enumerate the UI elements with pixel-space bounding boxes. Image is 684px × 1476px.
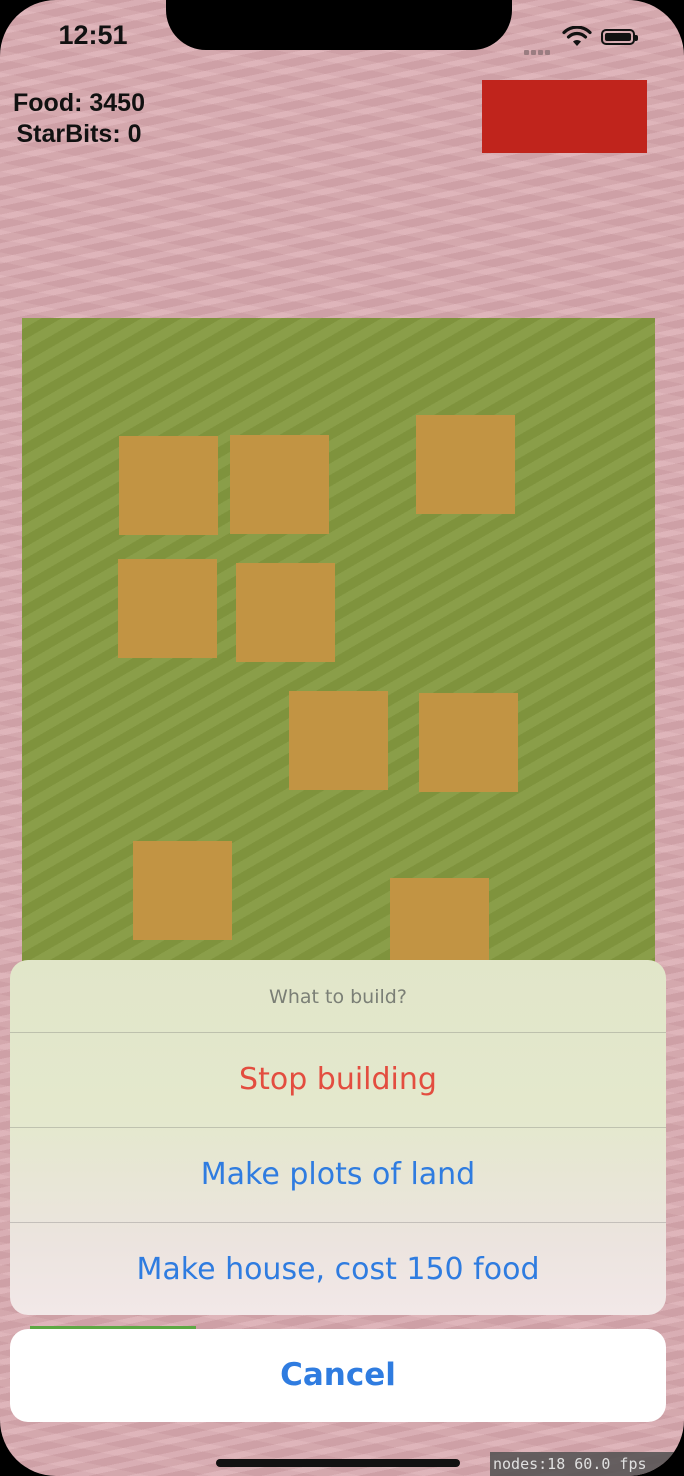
land-plot[interactable] <box>236 563 335 662</box>
make-plots-button[interactable]: Make plots of land <box>10 1128 666 1223</box>
land-plot[interactable] <box>118 559 217 658</box>
land-plot[interactable] <box>119 436 218 535</box>
battery-icon <box>601 29 638 45</box>
land-plot[interactable] <box>416 415 515 514</box>
starbits-counter: StarBits: 0 <box>16 120 142 148</box>
resource-hud: Food: 3450 StarBits: 0 <box>0 88 158 150</box>
land-plot[interactable] <box>133 841 232 940</box>
make-house-button[interactable]: Make house, cost 150 food <box>10 1223 666 1315</box>
food-counter: Food: 3450 <box>13 89 145 117</box>
game-screen: 12:51 Food: 3450 StarBits: 0 What to bui… <box>0 0 684 1476</box>
device-notch <box>166 0 512 50</box>
land-plot[interactable] <box>289 691 388 790</box>
cancel-button[interactable]: Cancel <box>10 1329 666 1422</box>
action-sheet-title: What to build? <box>10 960 666 1033</box>
action-sheet: What to build? Stop building Make plots … <box>10 960 666 1315</box>
home-indicator[interactable] <box>216 1459 460 1467</box>
land-plot[interactable] <box>419 693 518 792</box>
land-plot[interactable] <box>230 435 329 534</box>
cellular-signal-icon <box>524 40 552 59</box>
red-button[interactable] <box>482 80 647 153</box>
status-time: 12:51 <box>58 20 128 50</box>
wifi-icon <box>562 26 592 46</box>
debug-stats-label: nodes:18 60.0 fps <box>490 1452 684 1476</box>
stop-building-button[interactable]: Stop building <box>10 1033 666 1128</box>
